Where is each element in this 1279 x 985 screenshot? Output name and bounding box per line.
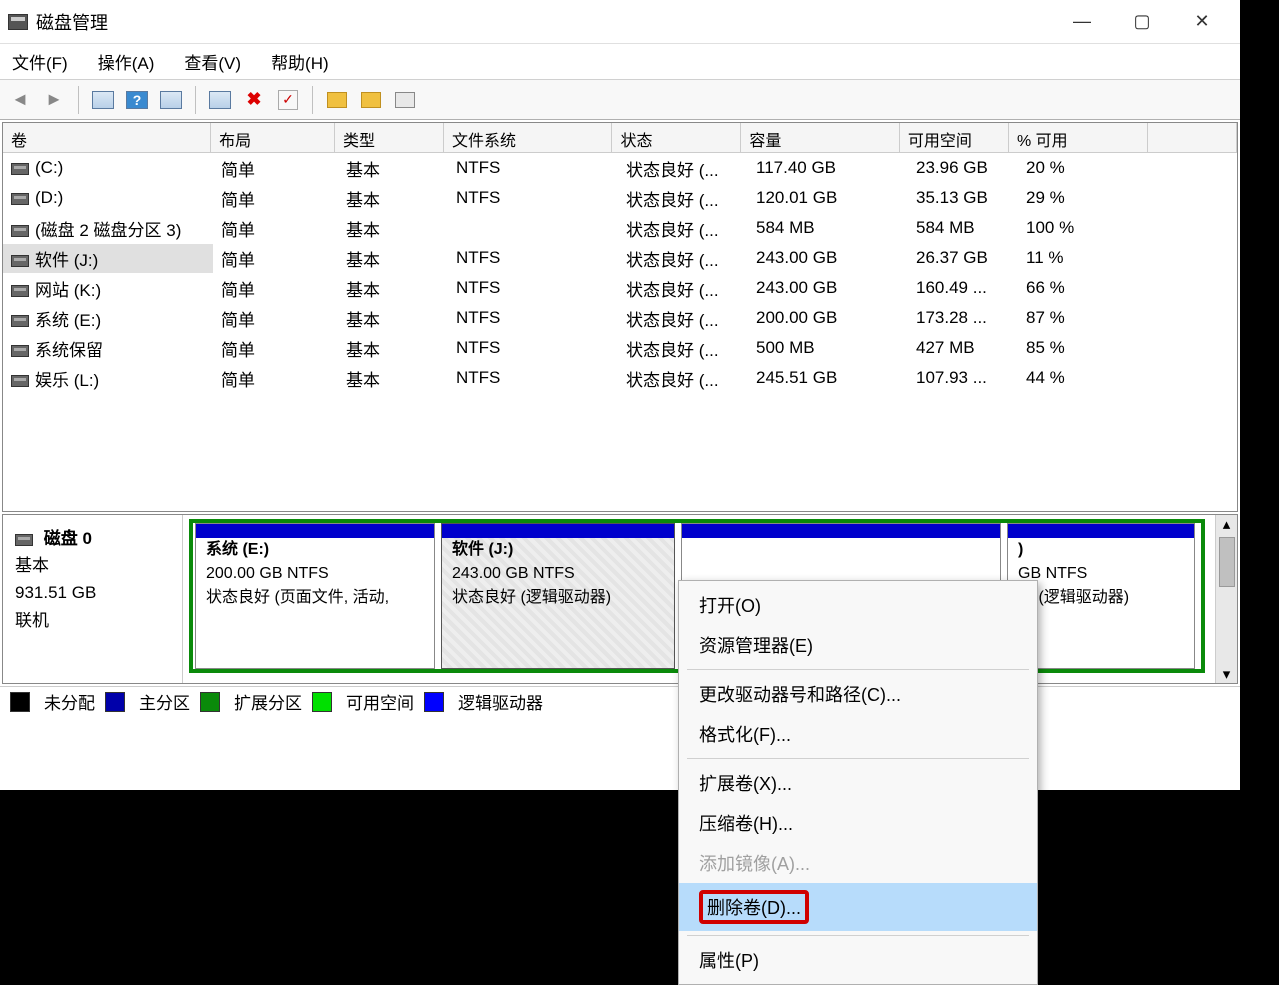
check-button[interactable] <box>274 86 302 114</box>
legend-free: 可用空间 <box>346 689 414 714</box>
col-percent[interactable]: % 可用 <box>1009 123 1148 152</box>
part-j-status: 状态良好 (逻辑驱动器) <box>452 586 664 610</box>
col-filesystem[interactable]: 文件系统 <box>444 123 612 152</box>
context-menu: 打开(O) 资源管理器(E) 更改驱动器号和路径(C)... 格式化(F)...… <box>678 580 1038 985</box>
disk-icon <box>15 534 33 546</box>
col-layout[interactable]: 布局 <box>211 123 335 152</box>
part-e-name: 系统 (E:) <box>206 538 424 562</box>
back-button[interactable] <box>6 86 34 114</box>
disk-map: 磁盘 0 基本 931.51 GB 联机 系统 (E:) 200.00 GB N… <box>2 514 1238 684</box>
table-row[interactable]: (C:)简单基本NTFS状态良好 (...117.40 GB23.96 GB20… <box>3 153 1237 183</box>
part-r-status: 好 (逻辑驱动器) <box>1018 586 1184 610</box>
toolbar <box>0 80 1240 120</box>
part-e-status: 状态良好 (页面文件, 活动, <box>206 586 424 610</box>
properties-button[interactable] <box>391 86 419 114</box>
legend-swatch-free <box>312 692 332 712</box>
table-row[interactable]: 网站 (K:)简单基本NTFS状态良好 (...243.00 GB160.49 … <box>3 273 1237 303</box>
title-bar: 磁盘管理 — ▢ ✕ <box>0 0 1240 44</box>
menu-bar: 文件(F) 操作(A) 查看(V) 帮助(H) <box>0 44 1240 80</box>
disk-info[interactable]: 磁盘 0 基本 931.51 GB 联机 <box>3 515 183 683</box>
table-row[interactable]: (D:)简单基本NTFS状态良好 (...120.01 GB35.13 GB29… <box>3 183 1237 213</box>
table-row[interactable]: 娱乐 (L:)简单基本NTFS状态良好 (...245.51 GB107.93 … <box>3 363 1237 393</box>
disk-type: 基本 <box>15 556 49 575</box>
legend-swatch-extended <box>200 692 220 712</box>
table-row[interactable]: 软件 (J:)简单基本NTFS状态良好 (...243.00 GB26.37 G… <box>3 243 1237 273</box>
table-row[interactable]: 系统保留简单基本NTFS状态良好 (...500 MB427 MB85 % <box>3 333 1237 363</box>
menu-action[interactable]: 操作(A) <box>92 45 161 78</box>
cm-add-mirror: 添加镜像(A)... <box>679 843 1037 883</box>
disk-size: 931.51 GB <box>15 583 96 602</box>
col-free[interactable]: 可用空间 <box>900 123 1009 152</box>
part-r-name: ) <box>1018 538 1184 562</box>
menu-file[interactable]: 文件(F) <box>6 45 74 78</box>
folder-button-2[interactable] <box>357 86 385 114</box>
part-j-name: 软件 (J:) <box>452 538 664 562</box>
close-button[interactable]: ✕ <box>1172 0 1232 44</box>
part-j-info: 243.00 GB NTFS <box>452 562 664 586</box>
delete-tool-button[interactable] <box>240 86 268 114</box>
scroll-down-icon[interactable] <box>1223 665 1231 683</box>
table-row[interactable]: (磁盘 2 磁盘分区 3)简单基本状态良好 (...584 MB584 MB10… <box>3 213 1237 243</box>
part-e-info: 200.00 GB NTFS <box>206 562 424 586</box>
cm-shrink[interactable]: 压缩卷(H)... <box>679 803 1037 843</box>
maximize-button[interactable]: ▢ <box>1112 0 1172 44</box>
window-title: 磁盘管理 <box>36 9 1052 35</box>
part-r-info: GB NTFS <box>1018 562 1184 586</box>
legend-logical: 逻辑驱动器 <box>458 689 543 714</box>
folder-button-1[interactable] <box>323 86 351 114</box>
disk-name: 磁盘 0 <box>44 529 92 548</box>
vertical-scrollbar[interactable] <box>1215 515 1237 683</box>
col-volume[interactable]: 卷 <box>3 123 211 152</box>
scroll-up-icon[interactable] <box>1223 515 1231 533</box>
cm-delete-volume[interactable]: 删除卷(D)... <box>679 883 1037 931</box>
app-icon <box>8 14 28 30</box>
partition-e[interactable]: 系统 (E:) 200.00 GB NTFS 状态良好 (页面文件, 活动, <box>195 523 435 669</box>
help-button[interactable] <box>123 86 151 114</box>
cm-change-letter[interactable]: 更改驱动器号和路径(C)... <box>679 674 1037 714</box>
legend-swatch-primary <box>105 692 125 712</box>
legend-swatch-logical <box>424 692 444 712</box>
legend-unallocated: 未分配 <box>44 689 95 714</box>
forward-button[interactable] <box>40 86 68 114</box>
cm-properties[interactable]: 属性(P) <box>679 940 1037 980</box>
disk-state: 联机 <box>15 611 49 630</box>
col-type[interactable]: 类型 <box>335 123 444 152</box>
partition-j-selected[interactable]: 软件 (J:) 243.00 GB NTFS 状态良好 (逻辑驱动器) <box>441 523 675 669</box>
scan-button[interactable] <box>206 86 234 114</box>
legend-swatch-unallocated <box>10 692 30 712</box>
cm-format[interactable]: 格式化(F)... <box>679 714 1037 754</box>
legend: 未分配 主分区 扩展分区 可用空间 逻辑驱动器 <box>0 686 1240 716</box>
minimize-button[interactable]: — <box>1052 0 1112 44</box>
col-spacer <box>1148 123 1237 152</box>
menu-view[interactable]: 查看(V) <box>178 45 247 78</box>
cm-extend[interactable]: 扩展卷(X)... <box>679 763 1037 803</box>
legend-primary: 主分区 <box>139 689 190 714</box>
panel-button[interactable] <box>157 86 185 114</box>
legend-extended: 扩展分区 <box>234 689 302 714</box>
volume-list: 卷 布局 类型 文件系统 状态 容量 可用空间 % 可用 (C:)简单基本NTF… <box>2 122 1238 512</box>
cm-open[interactable]: 打开(O) <box>679 585 1037 625</box>
table-row[interactable]: 系统 (E:)简单基本NTFS状态良好 (...200.00 GB173.28 … <box>3 303 1237 333</box>
col-capacity[interactable]: 容量 <box>741 123 900 152</box>
show-hide-tree-button[interactable] <box>89 86 117 114</box>
table-header: 卷 布局 类型 文件系统 状态 容量 可用空间 % 可用 <box>3 123 1237 153</box>
cm-explorer[interactable]: 资源管理器(E) <box>679 625 1037 665</box>
scroll-thumb[interactable] <box>1219 537 1235 587</box>
col-status[interactable]: 状态 <box>612 123 741 152</box>
menu-help[interactable]: 帮助(H) <box>265 45 335 78</box>
